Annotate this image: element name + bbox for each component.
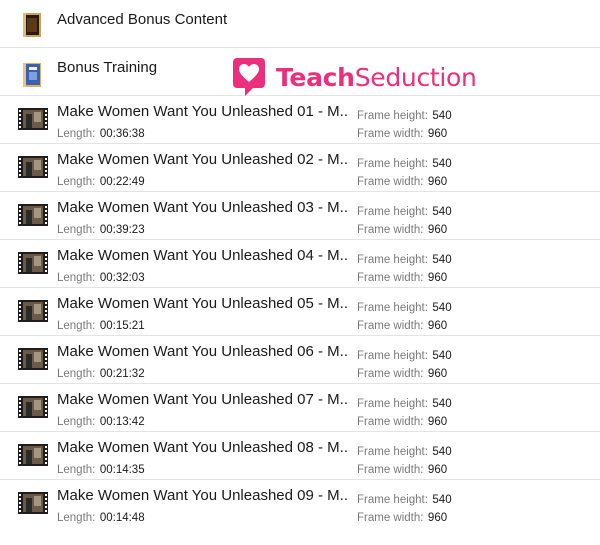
frame-width: Frame width: 960: [357, 512, 448, 524]
video-title: Make Women Want You Unleashed 06 - M...: [57, 343, 349, 360]
video-thumbnail-icon: [18, 492, 48, 514]
video-thumbnail-icon: [18, 204, 48, 226]
video-row[interactable]: Make Women Want You Unleashed 09 - M... …: [0, 480, 600, 528]
frame-height: Frame height: 540: [357, 302, 452, 314]
frame-height: Frame height: 540: [357, 158, 452, 170]
video-row[interactable]: Make Women Want You Unleashed 06 - M... …: [0, 336, 600, 384]
video-title: Make Women Want You Unleashed 04 - M...: [57, 247, 349, 264]
video-length: Length: 00:14:35: [57, 464, 145, 476]
video-title: Make Women Want You Unleashed 03 - M...: [57, 199, 349, 216]
video-thumbnail-icon: [18, 300, 48, 322]
frame-width: Frame width: 960: [357, 368, 448, 380]
book-folder-icon: [23, 63, 41, 87]
video-length: Length: 00:15:21: [57, 320, 145, 332]
frame-width: Frame width: 960: [357, 224, 448, 236]
video-title: Make Women Want You Unleashed 08 - M...: [57, 439, 349, 456]
video-row[interactable]: Make Women Want You Unleashed 03 - M... …: [0, 192, 600, 240]
frame-width: Frame width: 960: [357, 464, 448, 476]
video-thumbnail-icon: [18, 444, 48, 466]
video-length: Length: 00:39:23: [57, 224, 145, 236]
frame-width: Frame width: 960: [357, 320, 448, 332]
folder-name: Bonus Training: [57, 59, 158, 76]
heart-speech-bubble-icon: [233, 58, 265, 96]
frame-height: Frame height: 540: [357, 350, 452, 362]
frame-width: Frame width: 960: [357, 416, 448, 428]
frame-height: Frame height: 540: [357, 446, 452, 458]
video-length: Length: 00:13:42: [57, 416, 145, 428]
video-row[interactable]: Make Women Want You Unleashed 02 - M... …: [0, 144, 600, 192]
video-thumbnail-icon: [18, 348, 48, 370]
folder-name: Advanced Bonus Content: [57, 11, 228, 28]
video-title: Make Women Want You Unleashed 09 - M...: [57, 487, 349, 504]
frame-height: Frame height: 540: [357, 254, 452, 266]
video-length: Length: 00:32:03: [57, 272, 145, 284]
video-length: Length: 00:22:49: [57, 176, 145, 188]
video-length: Length: 00:36:38: [57, 128, 145, 140]
watermark-text: TeachSeduction: [276, 62, 477, 92]
video-title: Make Women Want You Unleashed 05 - M...: [57, 295, 349, 312]
video-row[interactable]: Make Women Want You Unleashed 08 - M... …: [0, 432, 600, 480]
frame-height: Frame height: 540: [357, 206, 452, 218]
video-thumbnail-icon: [18, 156, 48, 178]
video-row[interactable]: Make Women Want You Unleashed 07 - M... …: [0, 384, 600, 432]
dark-folder-icon: [23, 13, 41, 37]
video-title: Make Women Want You Unleashed 01 - M...: [57, 103, 349, 120]
video-thumbnail-icon: [18, 108, 48, 130]
folder-row[interactable]: Advanced Bonus Content: [0, 0, 600, 48]
video-length: Length: 00:14:48: [57, 512, 145, 524]
video-row[interactable]: Make Women Want You Unleashed 01 - M... …: [0, 96, 600, 144]
frame-height: Frame height: 540: [357, 494, 452, 506]
video-title: Make Women Want You Unleashed 07 - M...: [57, 391, 349, 408]
video-thumbnail-icon: [18, 396, 48, 418]
frame-height: Frame height: 540: [357, 110, 452, 122]
video-row[interactable]: Make Women Want You Unleashed 04 - M... …: [0, 240, 600, 288]
video-length: Length: 00:21:32: [57, 368, 145, 380]
frame-width: Frame width: 960: [357, 128, 448, 140]
video-title: Make Women Want You Unleashed 02 - M...: [57, 151, 349, 168]
video-thumbnail-icon: [18, 252, 48, 274]
video-row[interactable]: Make Women Want You Unleashed 05 - M... …: [0, 288, 600, 336]
frame-width: Frame width: 960: [357, 272, 448, 284]
teachseduction-watermark: TeachSeduction: [231, 56, 477, 98]
frame-width: Frame width: 960: [357, 176, 448, 188]
frame-height: Frame height: 540: [357, 398, 452, 410]
